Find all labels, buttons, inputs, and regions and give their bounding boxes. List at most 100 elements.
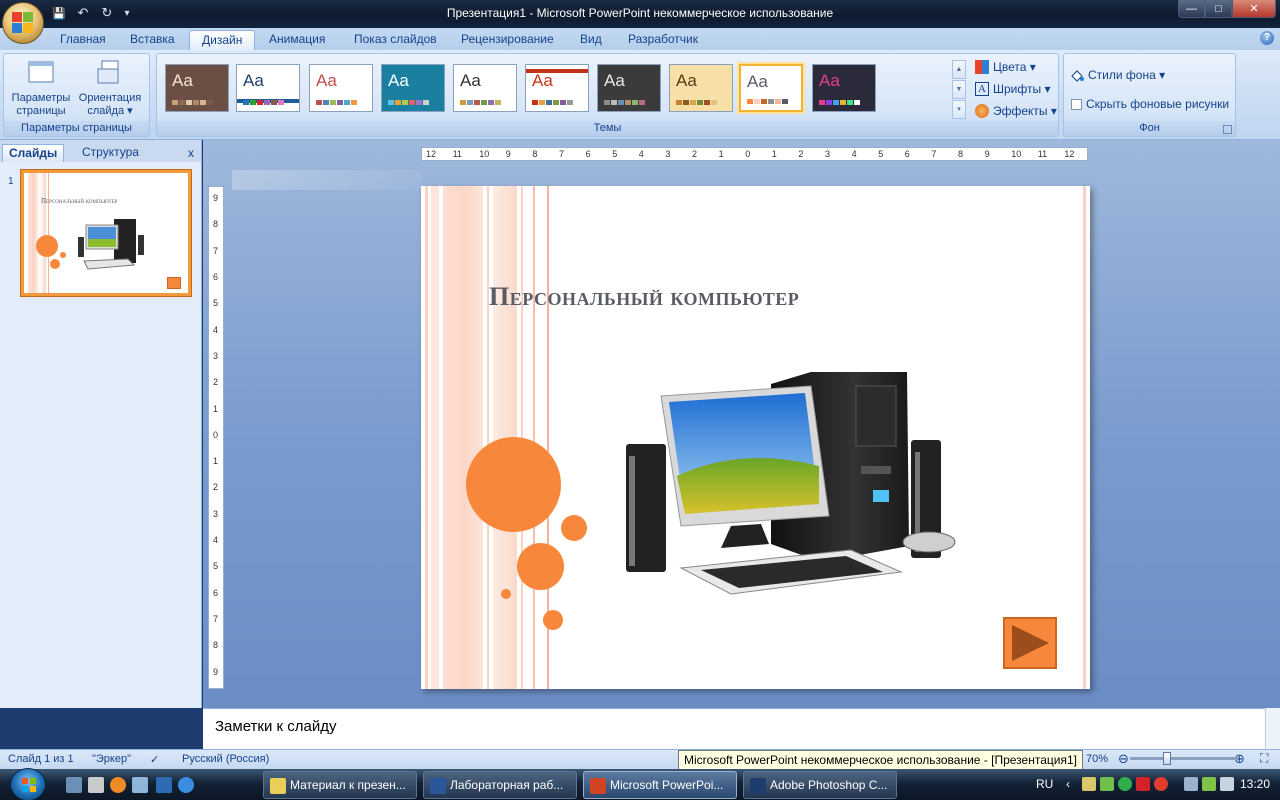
tab-outline[interactable]: Структура: [76, 144, 145, 162]
task-label: Лабораторная раб...: [450, 778, 564, 792]
ruler-tick-label: 2: [798, 149, 804, 159]
theme-option-3[interactable]: Aa: [309, 64, 373, 112]
ruler-tick-label: 10: [479, 149, 490, 159]
zoom-slider[interactable]: [1130, 757, 1238, 760]
hide-background-checkbox[interactable]: [1071, 98, 1082, 110]
theme-option-5[interactable]: Aa: [453, 64, 517, 112]
tray-icon[interactable]: [1118, 777, 1132, 791]
ruler-tick-label: 7: [213, 614, 219, 625]
tab-view[interactable]: Вид: [568, 30, 614, 50]
theme-colors-label: Цвета ▾: [993, 60, 1036, 74]
gallery-up-icon[interactable]: ▲: [952, 60, 966, 79]
tray-icon[interactable]: [1082, 777, 1096, 791]
language-indicator[interactable]: RU: [1036, 777, 1053, 791]
zoom-slider-thumb[interactable]: [1163, 752, 1171, 765]
ruler-tick-label: 3: [213, 508, 219, 519]
tab-developer[interactable]: Разработчик: [616, 30, 710, 50]
help-icon[interactable]: ?: [1260, 31, 1274, 45]
paint-bucket-icon: [1070, 68, 1084, 82]
theme-option-10[interactable]: Aa: [812, 64, 876, 112]
theme-option-4[interactable]: Aa: [381, 64, 445, 112]
background-styles-button[interactable]: Стили фона ▾: [1070, 66, 1165, 84]
ruler-tick-label: 1: [213, 403, 219, 414]
theme-option-7[interactable]: Aa: [597, 64, 661, 112]
box-icon[interactable]: [132, 777, 148, 793]
decor-circle: [517, 543, 564, 590]
notes-scrollbar[interactable]: [1265, 708, 1280, 749]
maximize-button[interactable]: □: [1205, 0, 1232, 18]
zoom-out-icon[interactable]: ⊖: [1118, 751, 1129, 767]
theme-effects-button[interactable]: Эффекты ▾: [975, 102, 1057, 120]
gallery-more-icon[interactable]: ▾: [952, 100, 966, 119]
mail-icon[interactable]: [110, 777, 126, 793]
theme-option-2[interactable]: Aa: [236, 64, 300, 112]
slide-orientation-button[interactable]: Ориентация слайда ▾: [74, 58, 146, 118]
tray-expand-icon[interactable]: ‹: [1066, 777, 1070, 791]
monitor-icon[interactable]: [156, 777, 172, 793]
show-desktop-icon[interactable]: [66, 777, 82, 793]
task-lab[interactable]: Лабораторная раб...: [423, 771, 577, 799]
slide-thumbnail[interactable]: Персональный компьютер: [20, 169, 192, 297]
spellcheck-icon[interactable]: ✓: [150, 753, 159, 766]
status-language[interactable]: Русский (Россия): [182, 753, 269, 765]
tab-insert[interactable]: Вставка: [118, 30, 187, 50]
opera-icon[interactable]: [1154, 777, 1168, 791]
tray-icon[interactable]: [1100, 777, 1114, 791]
theme-option-8[interactable]: Aa: [669, 64, 733, 112]
horizontal-ruler[interactable]: 12 11 10 9 8 7 6 5 4 3 2 1 0 1 2 3 4 5 6 7 8 9 10 11 12: [421, 147, 1088, 161]
zoom-level[interactable]: 70%: [1086, 753, 1108, 765]
ruler-tick-label: 9: [213, 193, 219, 203]
ati-icon[interactable]: [1136, 777, 1150, 791]
tab-animation[interactable]: Анимация: [257, 30, 337, 50]
theme-swatches: [172, 100, 213, 105]
tab-design[interactable]: Дизайн: [189, 30, 256, 50]
ruler-tick-label: 2: [213, 377, 219, 388]
hide-background-graphics[interactable]: Скрыть фоновые рисунки: [1071, 95, 1229, 113]
tray-icon[interactable]: [1202, 777, 1216, 791]
ruler-tick-label: 5: [213, 298, 219, 309]
theme-colors-button[interactable]: Цвета ▾: [975, 58, 1036, 76]
clock[interactable]: 13:20: [1240, 777, 1270, 791]
network-icon[interactable]: [1184, 777, 1198, 791]
ruler-tick-label: 3: [825, 149, 831, 159]
fit-to-window-icon[interactable]: ⛶: [1260, 751, 1268, 766]
office-button[interactable]: [2, 2, 44, 44]
minimize-button[interactable]: —: [1178, 0, 1205, 18]
task-label: Материал к презен...: [290, 778, 406, 792]
slide-canvas[interactable]: Персональный компьютер: [421, 186, 1090, 689]
start-button[interactable]: [10, 768, 46, 800]
next-slide-action-button[interactable]: [1003, 617, 1057, 669]
tab-review[interactable]: Рецензирование: [449, 30, 566, 50]
gallery-down-icon[interactable]: ▼: [952, 80, 966, 99]
tab-slides[interactable]: Слайды: [2, 144, 65, 162]
dialog-launcher-icon[interactable]: [1223, 125, 1232, 134]
theme-fonts-button[interactable]: A Шрифты ▾: [975, 80, 1050, 98]
tab-slideshow[interactable]: Показ слайдов: [342, 30, 449, 50]
vertical-ruler[interactable]: 9 8 7 6 5 4 3 2 1 0 1 2 3 4 5 6 7 8 9: [208, 186, 224, 689]
browser-icon[interactable]: [178, 777, 194, 793]
slide-orientation-icon: [95, 58, 125, 88]
printer-icon[interactable]: [88, 777, 104, 793]
slides-pane-tabs: Слайды Структура x: [0, 142, 202, 162]
theme-option-1[interactable]: Aa: [165, 64, 229, 112]
tab-home[interactable]: Главная: [48, 30, 118, 50]
window-controls: — □ ✕: [1178, 0, 1276, 18]
close-button[interactable]: ✕: [1232, 0, 1276, 18]
task-photoshop[interactable]: Adobe Photoshop C...: [743, 771, 897, 799]
volume-icon[interactable]: [1220, 777, 1234, 791]
task-material[interactable]: Материал к презен...: [263, 771, 417, 799]
decor-circle: [543, 610, 563, 630]
notes-pane[interactable]: Заметки к слайду: [203, 708, 1265, 749]
theme-option-9[interactable]: Aa: [739, 64, 803, 112]
ruler-tick-label: 10: [1011, 149, 1022, 159]
computer-image[interactable]: [621, 366, 961, 611]
close-pane-icon[interactable]: x: [188, 146, 194, 160]
slide-title[interactable]: Персональный компьютер: [489, 282, 799, 312]
ruler-tick-label: 7: [559, 149, 565, 159]
theme-option-6[interactable]: Aa: [525, 64, 589, 112]
theme-effects-label: Эффекты ▾: [993, 104, 1057, 118]
ruler-tick-label: 0: [213, 429, 219, 440]
page-setup-button[interactable]: Параметры страницы: [8, 58, 74, 118]
task-powerpoint[interactable]: Microsoft PowerPoi...: [583, 771, 737, 799]
theme-fonts-label: Шрифты ▾: [993, 82, 1051, 96]
